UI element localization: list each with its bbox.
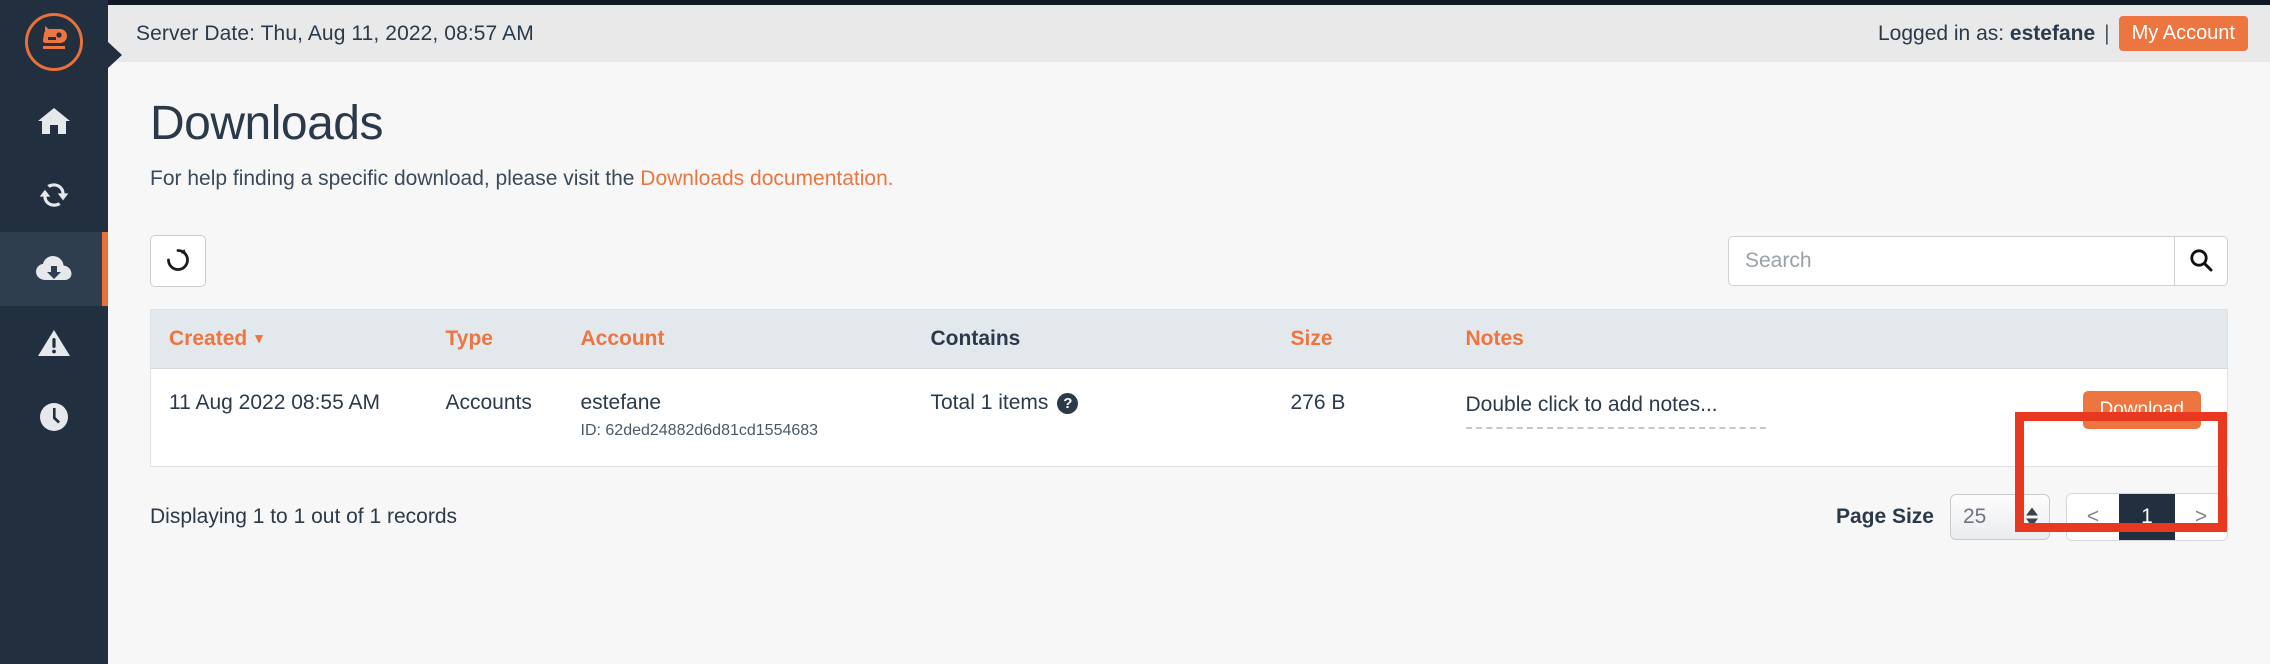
page-size-select[interactable]: 25: [1950, 494, 2050, 540]
column-header-account[interactable]: Account: [580, 309, 931, 369]
cell-created: 11 Aug 2022 08:55 AM: [150, 368, 446, 467]
sort-desc-caret-icon: ▾: [255, 330, 263, 347]
bear-head-logo-icon: [25, 13, 83, 71]
account-id: ID: 62ded24882d6d81cd1554683: [580, 422, 819, 439]
column-header-type[interactable]: Type: [445, 309, 581, 369]
sidebar-item-alerts[interactable]: [0, 306, 108, 380]
main-column: Server Date: Thu, Aug 11, 2022, 08:57 AM…: [108, 0, 2270, 664]
column-header-notes[interactable]: Notes: [1465, 309, 1978, 369]
column-label-type: Type: [445, 327, 493, 350]
column-label-created: Created: [169, 327, 248, 350]
cell-actions: Download: [1977, 368, 2228, 467]
sidebar-nav: [0, 84, 108, 454]
search-button[interactable]: [2174, 236, 2228, 286]
sidebar-chevron-icon: [108, 42, 122, 68]
download-button[interactable]: Download: [2082, 391, 2201, 429]
home-icon: [37, 106, 71, 136]
account-name: estefane: [580, 391, 662, 414]
page-help-prefix: For help finding a specific download, pl…: [150, 167, 641, 190]
records-summary: Displaying 1 to 1 out of 1 records: [150, 505, 458, 528]
column-header-actions: [1977, 309, 2228, 369]
table-footer: Displaying 1 to 1 out of 1 records Page …: [150, 493, 2228, 541]
column-label-account: Account: [580, 327, 665, 350]
column-label-notes: Notes: [1465, 327, 1524, 350]
cell-size: 276 B: [1290, 368, 1466, 467]
next-page-button[interactable]: >: [2175, 494, 2227, 540]
refresh-icon: [164, 246, 192, 277]
my-account-button[interactable]: My Account: [2118, 16, 2248, 51]
notes-dashed-underline: [1465, 427, 1766, 429]
page-content: Downloads For help finding a specific do…: [108, 62, 2270, 664]
clock-icon: [38, 401, 70, 433]
question-mark-icon[interactable]: ?: [1057, 392, 1079, 414]
page-help-text: For help finding a specific download, pl…: [150, 167, 2228, 191]
sidebar: [0, 0, 108, 664]
app-logo[interactable]: [0, 0, 108, 84]
topbar-user-area: Logged in as: estefane | My Account: [1878, 16, 2248, 51]
prev-page-button[interactable]: <: [2067, 494, 2119, 540]
table-header-row: Created ▾ Type Account Contains Size Note…: [150, 309, 2228, 369]
page-button-1[interactable]: 1: [2119, 494, 2175, 540]
page-size-label: Page Size: [1835, 505, 1934, 528]
topbar-separator: |: [2104, 21, 2110, 45]
page-title: Downloads: [150, 97, 383, 150]
app-root: Server Date: Thu, Aug 11, 2022, 08:57 AM…: [0, 0, 2270, 664]
column-header-contains[interactable]: Contains: [930, 309, 1291, 369]
table-head: Created ▾ Type Account Contains Size Note…: [150, 309, 2228, 369]
contains-text: Total 1 items: [930, 391, 1049, 414]
column-label-contains: Contains: [930, 327, 1021, 350]
notes-placeholder: Double click to add notes...: [1465, 393, 1718, 416]
logged-in-username: estefane: [2009, 21, 2096, 45]
table-body: 11 Aug 2022 08:55 AM Accounts estefane I…: [150, 368, 2228, 467]
sidebar-item-history[interactable]: [0, 380, 108, 454]
sidebar-item-sync[interactable]: [0, 158, 108, 232]
cell-contains: Total 1 items ?: [930, 368, 1291, 467]
search-input[interactable]: [1728, 236, 2174, 286]
cell-notes[interactable]: Double click to add notes...: [1465, 368, 1978, 467]
paginator: < 1 >: [2066, 493, 2228, 541]
magnifier-icon: [2188, 247, 2214, 276]
logged-in-label: Logged in as:: [1877, 21, 2010, 45]
refresh-button[interactable]: [150, 235, 206, 287]
downloads-documentation-link[interactable]: Downloads documentation.: [640, 167, 893, 190]
table-toolbar: [150, 235, 2228, 287]
column-header-size[interactable]: Size: [1290, 309, 1466, 369]
warning-triangle-icon: [37, 328, 71, 358]
column-label-size: Size: [1290, 327, 1333, 350]
sync-refresh-icon: [37, 180, 71, 210]
page-size-value: 25: [1963, 505, 1987, 528]
table-row[interactable]: 11 Aug 2022 08:55 AM Accounts estefane I…: [150, 368, 2228, 467]
cell-type: Accounts: [445, 368, 581, 467]
downloads-table: Created ▾ Type Account Contains Size Note…: [150, 309, 2228, 467]
pagination-area: Page Size 25 < 1 >: [1836, 493, 2228, 541]
cell-account: estefane ID: 62ded24882d6d81cd1554683: [580, 368, 931, 467]
topbar: Server Date: Thu, Aug 11, 2022, 08:57 AM…: [108, 0, 2270, 62]
stepper-arrows-icon: [2026, 507, 2038, 527]
sidebar-item-home[interactable]: [0, 84, 108, 158]
search-box: [1728, 236, 2228, 286]
cloud-download-icon: [35, 254, 73, 284]
server-date: Server Date: Thu, Aug 11, 2022, 08:57 AM: [136, 21, 534, 45]
column-header-created[interactable]: Created ▾: [150, 309, 446, 369]
sidebar-item-downloads[interactable]: [0, 232, 108, 306]
